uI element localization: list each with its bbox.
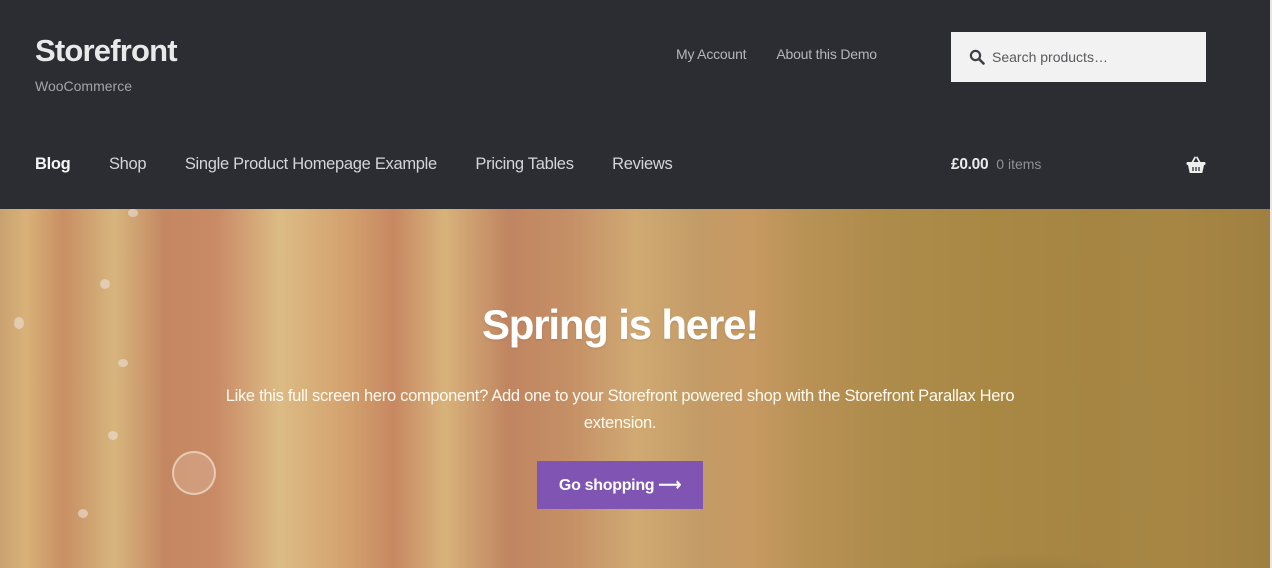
search-form [951,32,1206,82]
bead-decoration [128,209,138,217]
hero-description: Like this full screen hero component? Ad… [225,387,1015,432]
bead-decoration [78,509,88,518]
nav-link-about-demo[interactable]: About this Demo [776,46,877,62]
nav-link-reviews[interactable]: Reviews [612,155,673,174]
site-title-link[interactable]: Storefront [35,33,178,69]
primary-navigation: Blog Shop Single Product Homepage Exampl… [35,155,711,174]
nav-link-my-account[interactable]: My Account [676,46,747,62]
site-header: Storefront WooCommerce My Account About … [0,0,1270,209]
bead-decoration [118,359,128,367]
basket-icon[interactable] [1186,156,1206,174]
cart-item-count: 0 items [996,156,1042,172]
cart-link[interactable]: £0.00 0 items [951,156,1041,174]
nav-link-pricing-tables[interactable]: Pricing Tables [475,155,574,174]
search-icon [969,49,985,65]
cart-amount: £0.00 [951,156,989,173]
hero-title: Spring is here! [481,301,759,348]
nav-link-single-product-homepage[interactable]: Single Product Homepage Example [185,155,437,174]
nav-link-blog[interactable]: Blog [35,155,71,174]
hero-banner: Spring is here! Like this full screen he… [0,209,1270,568]
bead-decoration [108,431,118,440]
search-input[interactable] [992,49,1192,65]
go-shopping-button[interactable]: Go shopping ⟶ [537,461,703,509]
secondary-navigation: My Account About this Demo [676,46,877,62]
nav-link-shop[interactable]: Shop [109,155,147,174]
bead-decoration [100,279,110,289]
bubble-decoration [172,451,216,495]
site-tagline: WooCommerce [35,78,132,94]
